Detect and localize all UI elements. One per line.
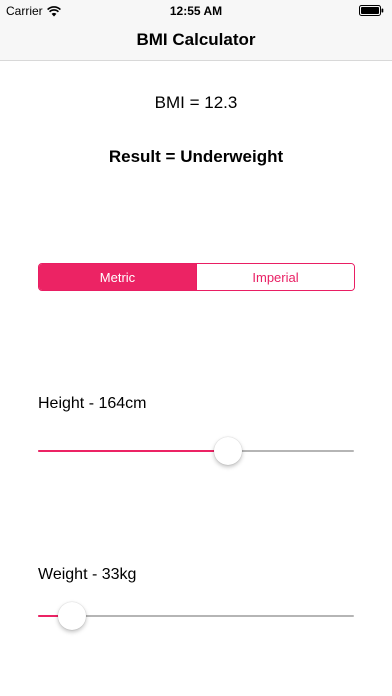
weight-label: Weight - 33kg (38, 566, 137, 583)
status-time: 12:55 AM (169, 4, 223, 18)
weight-slider-thumb[interactable] (58, 602, 87, 630)
navigation-bar: BMI Calculator (0, 22, 392, 61)
height-label: Height - 164cm (38, 395, 147, 412)
bmi-result: Result = Underweight (108, 147, 284, 166)
battery-icon (359, 5, 384, 16)
bmi-value: BMI = 12.3 (154, 93, 238, 112)
weight-slider[interactable] (38, 601, 354, 631)
segment-metric[interactable]: Metric (39, 264, 196, 290)
status-bar: Carrier 12:55 AM (0, 0, 392, 22)
height-slider-fill (38, 450, 228, 452)
height-slider-thumb[interactable] (213, 437, 242, 465)
unit-segmented-control: Metric Imperial (38, 263, 355, 291)
height-slider[interactable] (38, 436, 354, 466)
segment-imperial[interactable]: Imperial (196, 264, 354, 290)
nav-title: BMI Calculator (136, 30, 256, 49)
